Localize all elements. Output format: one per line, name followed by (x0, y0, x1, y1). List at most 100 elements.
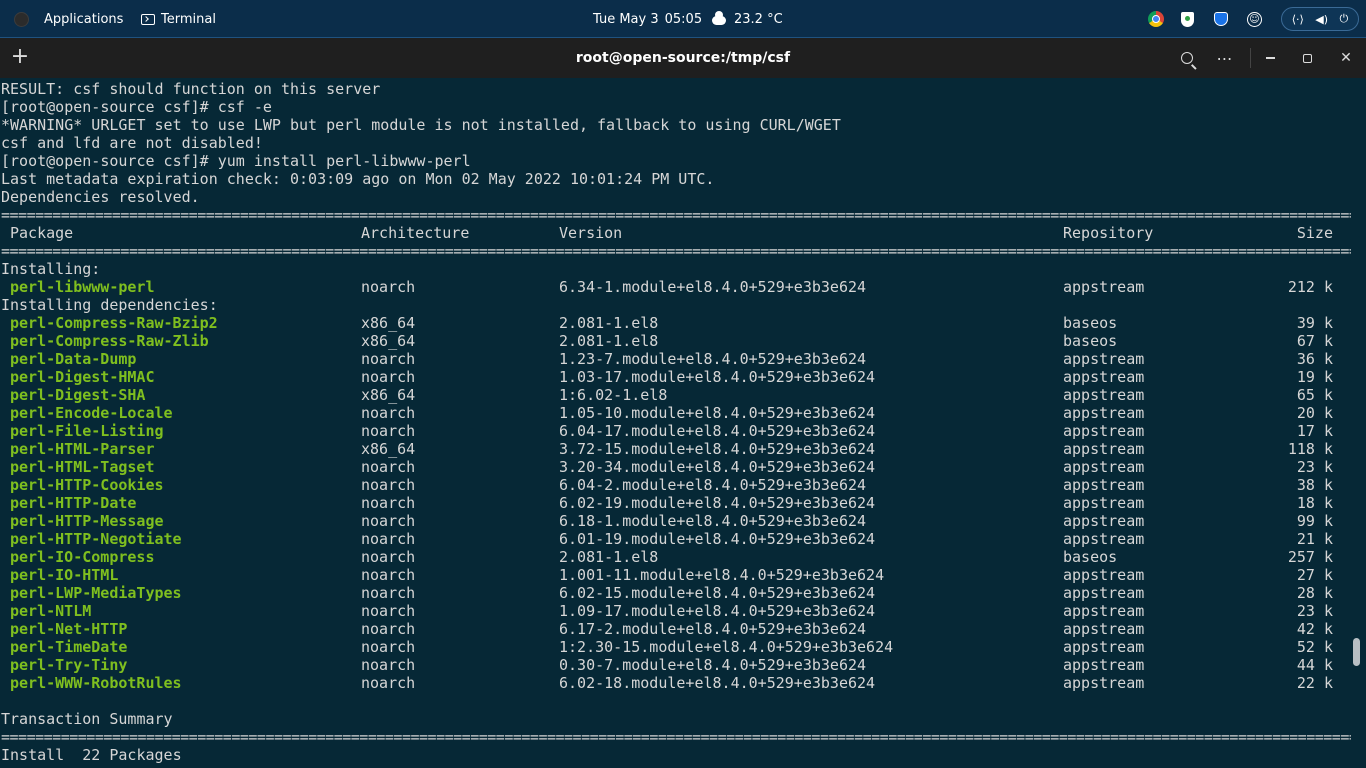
applications-menu[interactable]: Applications (44, 0, 123, 38)
package-name: perl-LWP-MediaTypes (10, 584, 182, 602)
package-name: perl-TimeDate (10, 638, 128, 656)
table-row: perl-Encode-Locale noarch 1.05-10.module+e… (1, 404, 1351, 422)
table-row: perl-HTTP-Message noarch 6.18-1.module+el8… (1, 512, 1351, 530)
package-size: 257 k (1287, 548, 1333, 566)
package-repo: appstream (1063, 278, 1145, 296)
menu-icon[interactable]: ⋯ (1213, 46, 1237, 70)
package-repo: appstream (1063, 386, 1145, 404)
package-repo: appstream (1063, 656, 1145, 674)
power-icon: ⏻ (1339, 12, 1349, 25)
scrollbar-thumb[interactable] (1353, 638, 1360, 666)
package-repo: appstream (1063, 530, 1145, 548)
package-repo: appstream (1063, 566, 1145, 584)
package-name: perl-Net-HTTP (10, 620, 128, 638)
package-size: 99 k (1296, 512, 1333, 530)
applications-label: Applications (44, 11, 124, 27)
header-arch: Architecture (361, 224, 470, 242)
output-line: RESULT: csf should function on this serv… (1, 80, 381, 98)
package-repo: baseos (1063, 332, 1118, 350)
package-size: 17 k (1296, 422, 1333, 440)
package-name: perl-NTLM (10, 602, 92, 620)
clock[interactable]: Tue May 3 05:05 (593, 0, 702, 38)
table-row: perl-Compress-Raw-Bzip2 x86_64 2.081-1.el8… (1, 314, 1351, 332)
package-repo: appstream (1063, 512, 1145, 530)
table-row: perl-Net-HTTP noarch 6.17-2.module+el8.4.0… (1, 620, 1351, 638)
package-version: 2.081-1.el8 (559, 314, 659, 332)
package-name: perl-Compress-Raw-Zlib (10, 332, 209, 350)
close-icon[interactable]: ✕ (1334, 46, 1358, 70)
activities-icon[interactable] (14, 0, 30, 38)
package-name: perl-HTTP-Cookies (10, 476, 164, 494)
package-repo: appstream (1063, 620, 1145, 638)
package-version: 6.17-2.module+el8.4.0+529+e3b3e624 (559, 620, 867, 638)
package-name: perl-Digest-HMAC (10, 368, 155, 386)
maximize-icon[interactable] (1295, 46, 1319, 70)
table-row: perl-Digest-SHA x86_64 1:6.02-1.el8 appstre… (1, 386, 1351, 404)
package-arch: x86_64 (361, 332, 416, 350)
search-icon[interactable] (1175, 46, 1199, 70)
package-repo: appstream (1063, 638, 1145, 656)
new-tab-button[interactable]: + (8, 46, 32, 70)
minimize-icon[interactable] (1258, 46, 1282, 70)
chrome-icon[interactable] (1148, 0, 1164, 38)
package-name: perl-WWW-RobotRules (10, 674, 182, 692)
volume-icon: ◀) (1315, 12, 1329, 26)
shield-icon[interactable] (1181, 0, 1194, 38)
cloud-icon (712, 10, 726, 25)
header-version: Version (559, 224, 623, 242)
package-name: perl-Encode-Locale (10, 404, 173, 422)
package-size: 23 k (1296, 602, 1333, 620)
package-version: 3.72-15.module+el8.4.0+529+e3b3e624 (559, 440, 876, 458)
package-arch: x86_64 (361, 440, 416, 458)
package-arch: x86_64 (361, 314, 416, 332)
system-tray[interactable]: ⟨·⟩ ◀) ⏻ (1281, 7, 1359, 31)
package-version: 1.03-17.module+el8.4.0+529+e3b3e624 (559, 368, 876, 386)
table-row: perl-HTTP-Cookies noarch 6.04-2.module+el8… (1, 476, 1351, 494)
package-name: perl-HTTP-Negotiate (10, 530, 182, 548)
package-arch: noarch (361, 584, 416, 602)
package-size: 67 k (1296, 332, 1333, 350)
package-version: 6.18-1.module+el8.4.0+529+e3b3e624 (559, 512, 867, 530)
package-size: 39 k (1296, 314, 1333, 332)
table-row: perl-File-Listing noarch 6.04-17.module+el… (1, 422, 1351, 440)
weather-indicator[interactable]: 23.2 °C (712, 0, 783, 38)
package-repo: baseos (1063, 548, 1118, 566)
package-version: 0.30-7.module+el8.4.0+529+e3b3e624 (559, 656, 867, 674)
package-name: perl-Digest-SHA (10, 386, 146, 404)
terminal-app-button[interactable]: Terminal (141, 0, 216, 38)
clock-date: Tue May 3 (593, 11, 659, 27)
package-repo: baseos (1063, 314, 1118, 332)
table-row: perl-libwww-perl noarch 6.34-1.module+el8.… (1, 278, 1351, 296)
package-arch: noarch (361, 548, 416, 566)
package-name: perl-Compress-Raw-Bzip2 (10, 314, 218, 332)
package-version: 6.02-15.module+el8.4.0+529+e3b3e624 (559, 584, 876, 602)
output-line: csf and lfd are not disabled! (1, 134, 263, 152)
package-arch: noarch (361, 350, 416, 368)
terminal-output[interactable]: RESULT: csf should function on this serv… (0, 78, 1366, 768)
header-package: Package (10, 224, 74, 242)
output-line: Dependencies resolved. (1, 188, 200, 206)
package-arch: noarch (361, 458, 416, 476)
summary-label: Transaction Summary (1, 710, 173, 728)
table-row: perl-IO-Compress noarch 2.081-1.el8 baseos 2… (1, 548, 1351, 566)
package-name: perl-IO-Compress (10, 548, 155, 566)
package-arch: noarch (361, 620, 416, 638)
clock-time: 05:05 (664, 11, 703, 27)
package-arch: noarch (361, 674, 416, 692)
header-size: Size (1296, 224, 1333, 242)
terminal-lines: RESULT: csf should function on this serv… (1, 80, 1351, 764)
package-version: 2.081-1.el8 (559, 548, 659, 566)
accessibility-icon[interactable]: ☺ (1247, 0, 1262, 38)
terminal-header: + root@open-source:/tmp/csf ⋯ ✕ (0, 38, 1366, 78)
vpn-shield-icon[interactable] (1214, 0, 1228, 38)
package-name: perl-libwww-perl (10, 278, 155, 296)
package-size: 22 k (1296, 674, 1333, 692)
package-size: 38 k (1296, 476, 1333, 494)
package-repo: appstream (1063, 350, 1145, 368)
package-version: 1.001-11.module+el8.4.0+529+e3b3e624 (559, 566, 885, 584)
output-line: [root@open-source csf]# yum install perl… (1, 152, 471, 170)
temperature: 23.2 °C (734, 11, 783, 27)
table-row: perl-Compress-Raw-Zlib x86_64 2.081-1.el8 b… (1, 332, 1351, 350)
package-version: 6.34-1.module+el8.4.0+529+e3b3e624 (559, 278, 867, 296)
